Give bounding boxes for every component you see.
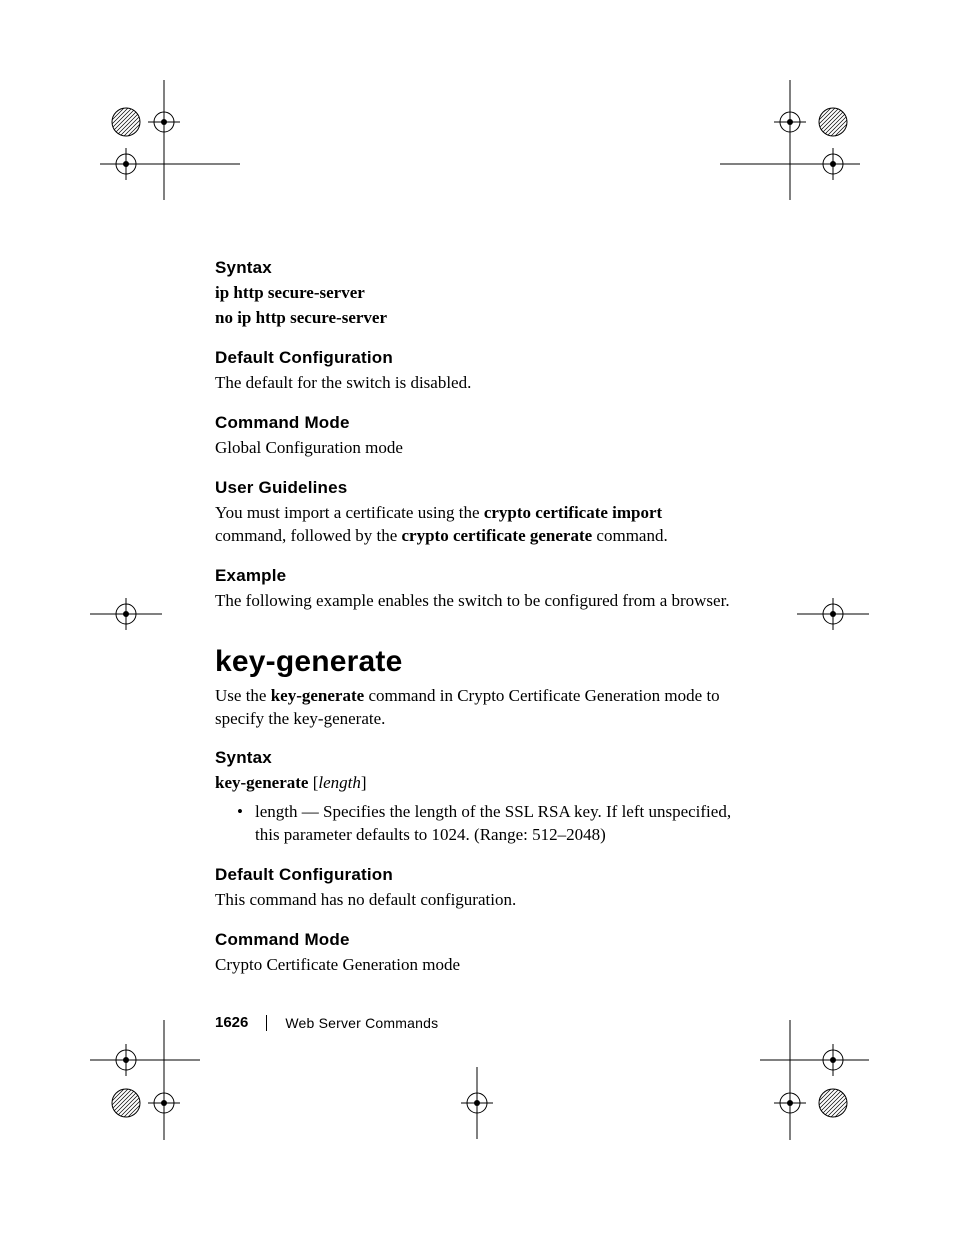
user-guidelines-body: You must import a certificate using the … [215, 502, 735, 548]
bullet-text: length — Specifies the length of the SSL… [255, 801, 735, 847]
command-intro: Use the key-generate command in Crypto C… [215, 685, 735, 731]
heading-default-config-1: Default Configuration [215, 348, 735, 368]
bullet-dot: • [237, 801, 255, 847]
syntax1-line1: ip http secure-server [215, 282, 735, 305]
heading-user-guidelines: User Guidelines [215, 478, 735, 498]
syntax2-bullet: • length — Specifies the length of the S… [237, 801, 735, 847]
page-content: Syntax ip http secure-server no ip http … [215, 258, 735, 995]
cmdmode2-body: Crypto Certificate Generation mode [215, 954, 735, 977]
heading-example: Example [215, 566, 735, 586]
defcfg1-body: The default for the switch is disabled. [215, 372, 735, 395]
heading-command-mode-2: Command Mode [215, 930, 735, 950]
page-footer: 1626 Web Server Commands [215, 1014, 438, 1031]
heading-command-mode-1: Command Mode [215, 413, 735, 433]
defcfg2-body: This command has no default configuratio… [215, 889, 735, 912]
heading-syntax-2: Syntax [215, 748, 735, 768]
heading-syntax-1: Syntax [215, 258, 735, 278]
command-title: key-generate [215, 645, 735, 679]
syntax1-line2: no ip http secure-server [215, 307, 735, 330]
page-number: 1626 [215, 1014, 248, 1031]
heading-default-config-2: Default Configuration [215, 865, 735, 885]
footer-section: Web Server Commands [285, 1015, 438, 1031]
example-body: The following example enables the switch… [215, 590, 735, 613]
cmdmode1-body: Global Configuration mode [215, 437, 735, 460]
footer-divider [266, 1015, 267, 1031]
syntax2-line: key-generate [length] [215, 772, 735, 795]
